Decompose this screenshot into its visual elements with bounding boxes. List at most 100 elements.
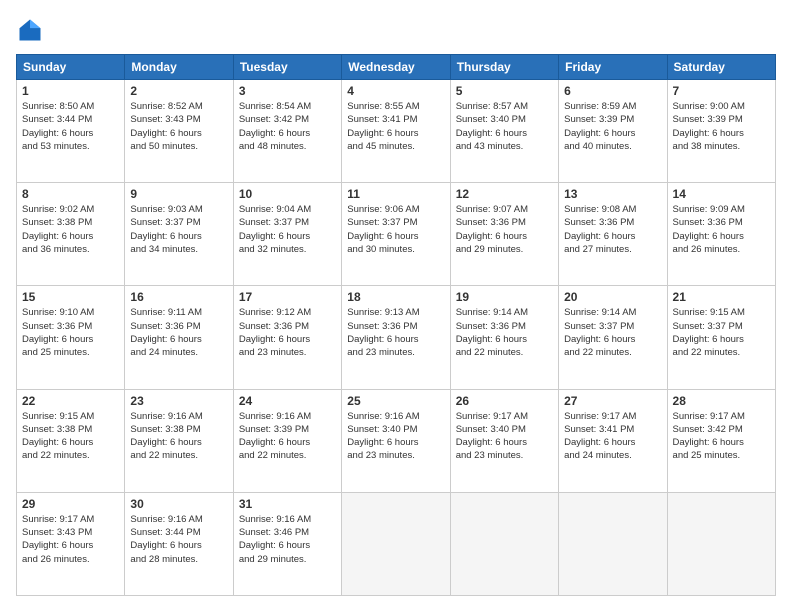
sunrise-label: Sunrise: 9:10 AM [22,307,94,318]
sunset-label: Sunset: 3:37 PM [239,217,309,228]
sunset-label: Sunset: 3:38 PM [22,217,92,228]
sunset-label: Sunset: 3:41 PM [564,424,634,435]
day-number: 27 [564,394,661,408]
day-number: 26 [456,394,553,408]
daylight-label: Daylight: 6 hours [239,540,310,551]
sunrise-label: Sunrise: 9:09 AM [673,204,745,215]
day-info: Sunrise: 8:59 AM Sunset: 3:39 PM Dayligh… [564,100,661,153]
sunrise-label: Sunrise: 9:17 AM [456,411,528,422]
day-number: 7 [673,84,770,98]
weekday-header-friday: Friday [559,55,667,80]
sunset-label: Sunset: 3:44 PM [130,527,200,538]
calendar-cell-day-17: 17 Sunrise: 9:12 AM Sunset: 3:36 PM Dayl… [233,286,341,389]
calendar-cell-day-1: 1 Sunrise: 8:50 AM Sunset: 3:44 PM Dayli… [17,80,125,183]
day-number: 28 [673,394,770,408]
day-number: 30 [130,497,227,511]
sunset-label: Sunset: 3:42 PM [239,114,309,125]
daylight-minutes: and 36 minutes. [22,244,90,255]
daylight-minutes: and 25 minutes. [673,450,741,461]
day-number: 31 [239,497,336,511]
calendar-cell-day-3: 3 Sunrise: 8:54 AM Sunset: 3:42 PM Dayli… [233,80,341,183]
sunrise-label: Sunrise: 9:15 AM [673,307,745,318]
day-number: 24 [239,394,336,408]
sunrise-label: Sunrise: 9:16 AM [239,411,311,422]
daylight-label: Daylight: 6 hours [239,334,310,345]
calendar-cell-day-28: 28 Sunrise: 9:17 AM Sunset: 3:42 PM Dayl… [667,389,775,492]
sunset-label: Sunset: 3:43 PM [130,114,200,125]
daylight-label: Daylight: 6 hours [130,128,201,139]
sunset-label: Sunset: 3:40 PM [456,114,526,125]
sunset-label: Sunset: 3:40 PM [456,424,526,435]
calendar-cell-day-15: 15 Sunrise: 9:10 AM Sunset: 3:36 PM Dayl… [17,286,125,389]
day-number: 15 [22,290,119,304]
header [16,16,776,44]
sunset-label: Sunset: 3:39 PM [239,424,309,435]
daylight-label: Daylight: 6 hours [347,334,418,345]
calendar-cell-day-6: 6 Sunrise: 8:59 AM Sunset: 3:39 PM Dayli… [559,80,667,183]
day-info: Sunrise: 9:06 AM Sunset: 3:37 PM Dayligh… [347,203,444,256]
page: SundayMondayTuesdayWednesdayThursdayFrid… [0,0,792,612]
day-info: Sunrise: 9:07 AM Sunset: 3:36 PM Dayligh… [456,203,553,256]
daylight-minutes: and 50 minutes. [130,141,198,152]
sunrise-label: Sunrise: 8:57 AM [456,101,528,112]
day-info: Sunrise: 9:03 AM Sunset: 3:37 PM Dayligh… [130,203,227,256]
day-info: Sunrise: 9:14 AM Sunset: 3:36 PM Dayligh… [456,306,553,359]
daylight-minutes: and 26 minutes. [22,554,90,565]
daylight-label: Daylight: 6 hours [673,437,744,448]
day-number: 5 [456,84,553,98]
day-number: 4 [347,84,444,98]
calendar-cell-day-13: 13 Sunrise: 9:08 AM Sunset: 3:36 PM Dayl… [559,183,667,286]
daylight-minutes: and 23 minutes. [456,450,524,461]
sunrise-label: Sunrise: 9:00 AM [673,101,745,112]
calendar-cell-day-5: 5 Sunrise: 8:57 AM Sunset: 3:40 PM Dayli… [450,80,558,183]
day-number: 6 [564,84,661,98]
day-info: Sunrise: 9:09 AM Sunset: 3:36 PM Dayligh… [673,203,770,256]
daylight-minutes: and 23 minutes. [239,347,307,358]
day-info: Sunrise: 8:52 AM Sunset: 3:43 PM Dayligh… [130,100,227,153]
day-info: Sunrise: 9:13 AM Sunset: 3:36 PM Dayligh… [347,306,444,359]
day-info: Sunrise: 8:55 AM Sunset: 3:41 PM Dayligh… [347,100,444,153]
daylight-label: Daylight: 6 hours [347,231,418,242]
calendar-week-row: 15 Sunrise: 9:10 AM Sunset: 3:36 PM Dayl… [17,286,776,389]
daylight-minutes: and 48 minutes. [239,141,307,152]
daylight-minutes: and 29 minutes. [239,554,307,565]
daylight-minutes: and 22 minutes. [673,347,741,358]
daylight-minutes: and 26 minutes. [673,244,741,255]
daylight-label: Daylight: 6 hours [22,334,93,345]
daylight-label: Daylight: 6 hours [456,334,527,345]
daylight-minutes: and 40 minutes. [564,141,632,152]
sunset-label: Sunset: 3:42 PM [673,424,743,435]
day-info: Sunrise: 9:15 AM Sunset: 3:37 PM Dayligh… [673,306,770,359]
sunset-label: Sunset: 3:36 PM [22,321,92,332]
calendar-cell-empty [450,492,558,595]
day-number: 14 [673,187,770,201]
sunset-label: Sunset: 3:38 PM [22,424,92,435]
sunrise-label: Sunrise: 9:02 AM [22,204,94,215]
sunset-label: Sunset: 3:36 PM [347,321,417,332]
day-number: 10 [239,187,336,201]
weekday-header-row: SundayMondayTuesdayWednesdayThursdayFrid… [17,55,776,80]
calendar-cell-day-26: 26 Sunrise: 9:17 AM Sunset: 3:40 PM Dayl… [450,389,558,492]
daylight-label: Daylight: 6 hours [347,437,418,448]
weekday-header-saturday: Saturday [667,55,775,80]
daylight-label: Daylight: 6 hours [22,231,93,242]
day-number: 9 [130,187,227,201]
sunrise-label: Sunrise: 9:08 AM [564,204,636,215]
sunset-label: Sunset: 3:38 PM [130,424,200,435]
daylight-label: Daylight: 6 hours [130,540,201,551]
day-number: 17 [239,290,336,304]
daylight-minutes: and 32 minutes. [239,244,307,255]
calendar-cell-day-20: 20 Sunrise: 9:14 AM Sunset: 3:37 PM Dayl… [559,286,667,389]
day-info: Sunrise: 9:11 AM Sunset: 3:36 PM Dayligh… [130,306,227,359]
sunset-label: Sunset: 3:39 PM [673,114,743,125]
daylight-minutes: and 24 minutes. [564,450,632,461]
day-info: Sunrise: 9:17 AM Sunset: 3:42 PM Dayligh… [673,410,770,463]
daylight-label: Daylight: 6 hours [673,128,744,139]
day-number: 13 [564,187,661,201]
calendar-cell-day-16: 16 Sunrise: 9:11 AM Sunset: 3:36 PM Dayl… [125,286,233,389]
sunset-label: Sunset: 3:46 PM [239,527,309,538]
sunrise-label: Sunrise: 9:17 AM [673,411,745,422]
weekday-header-wednesday: Wednesday [342,55,450,80]
calendar-cell-day-11: 11 Sunrise: 9:06 AM Sunset: 3:37 PM Dayl… [342,183,450,286]
calendar-cell-day-4: 4 Sunrise: 8:55 AM Sunset: 3:41 PM Dayli… [342,80,450,183]
